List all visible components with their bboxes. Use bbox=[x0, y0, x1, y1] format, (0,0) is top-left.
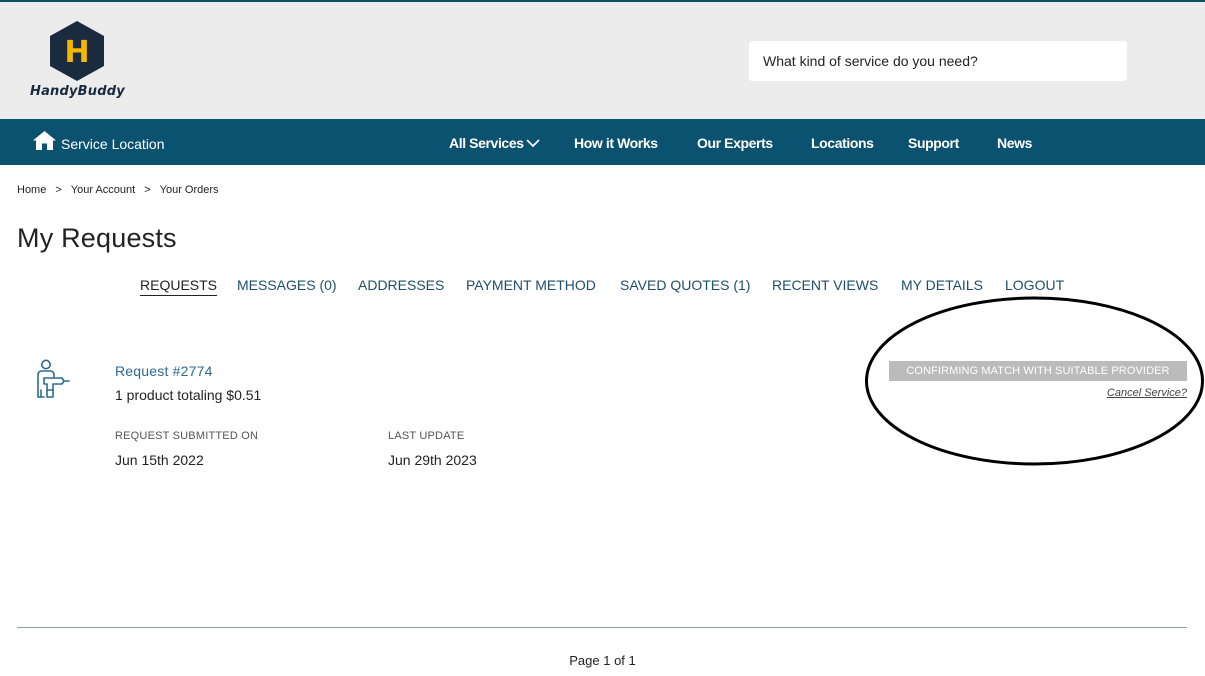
site-header: H HandyBuddy bbox=[0, 2, 1205, 119]
tab-addresses[interactable]: ADDRESSES bbox=[358, 277, 444, 293]
nav-news[interactable]: News bbox=[997, 135, 1032, 151]
footer-divider bbox=[17, 627, 1187, 628]
search-input[interactable] bbox=[749, 41, 1127, 81]
last-update-label: LAST UPDATE bbox=[388, 430, 465, 442]
nav-locations[interactable]: Locations bbox=[811, 135, 874, 151]
chevron-down-icon bbox=[525, 139, 540, 148]
main-navigation: Service Location All Services How it Wor… bbox=[0, 119, 1205, 165]
tab-saved-quotes[interactable]: SAVED QUOTES (1) bbox=[620, 277, 750, 293]
nav-our-experts[interactable]: Our Experts bbox=[697, 135, 773, 151]
service-location-label: Service Location bbox=[61, 136, 165, 152]
nav-how-it-works[interactable]: How it Works bbox=[574, 135, 658, 151]
request-summary: 1 product totaling $0.51 bbox=[115, 387, 262, 403]
breadcrumb-separator: > bbox=[55, 184, 62, 196]
annotation-ellipse bbox=[865, 296, 1204, 466]
request-link[interactable]: Request #2774 bbox=[115, 363, 213, 379]
home-icon bbox=[33, 131, 56, 150]
nav-all-services[interactable]: All Services bbox=[449, 135, 540, 151]
logo-wordmark: HandyBuddy bbox=[30, 84, 125, 99]
tab-logout[interactable]: LOGOUT bbox=[1005, 277, 1064, 293]
last-update-date: Jun 29th 2023 bbox=[388, 452, 477, 468]
tab-messages[interactable]: MESSAGES (0) bbox=[237, 277, 337, 293]
logo-letter: H bbox=[64, 35, 89, 70]
tab-my-details[interactable]: MY DETAILS bbox=[901, 277, 983, 293]
breadcrumb-home[interactable]: Home bbox=[17, 184, 46, 196]
handyman-drill-icon bbox=[37, 359, 70, 398]
nav-all-services-label: All Services bbox=[449, 135, 524, 151]
logo-hexagon-icon: H bbox=[50, 21, 104, 81]
submitted-label: REQUEST SUBMITTED ON bbox=[115, 430, 259, 442]
nav-support[interactable]: Support bbox=[908, 135, 959, 151]
breadcrumb-your-orders[interactable]: Your Orders bbox=[160, 184, 219, 196]
breadcrumb-your-account[interactable]: Your Account bbox=[71, 184, 135, 196]
tab-recent-views[interactable]: RECENT VIEWS bbox=[772, 277, 878, 293]
pagination: Page 1 of 1 bbox=[569, 653, 636, 668]
tab-requests[interactable]: REQUESTS bbox=[140, 277, 218, 296]
page-title: My Requests bbox=[17, 223, 177, 253]
service-location-button[interactable]: Service Location bbox=[33, 131, 165, 152]
breadcrumb-separator: > bbox=[144, 184, 151, 196]
submitted-date: Jun 15th 2022 bbox=[115, 452, 204, 468]
breadcrumb: Home > Your Account > Your Orders bbox=[17, 184, 219, 196]
tab-payment-method[interactable]: PAYMENT METHOD bbox=[466, 277, 596, 293]
logo[interactable]: H HandyBuddy bbox=[30, 20, 125, 106]
